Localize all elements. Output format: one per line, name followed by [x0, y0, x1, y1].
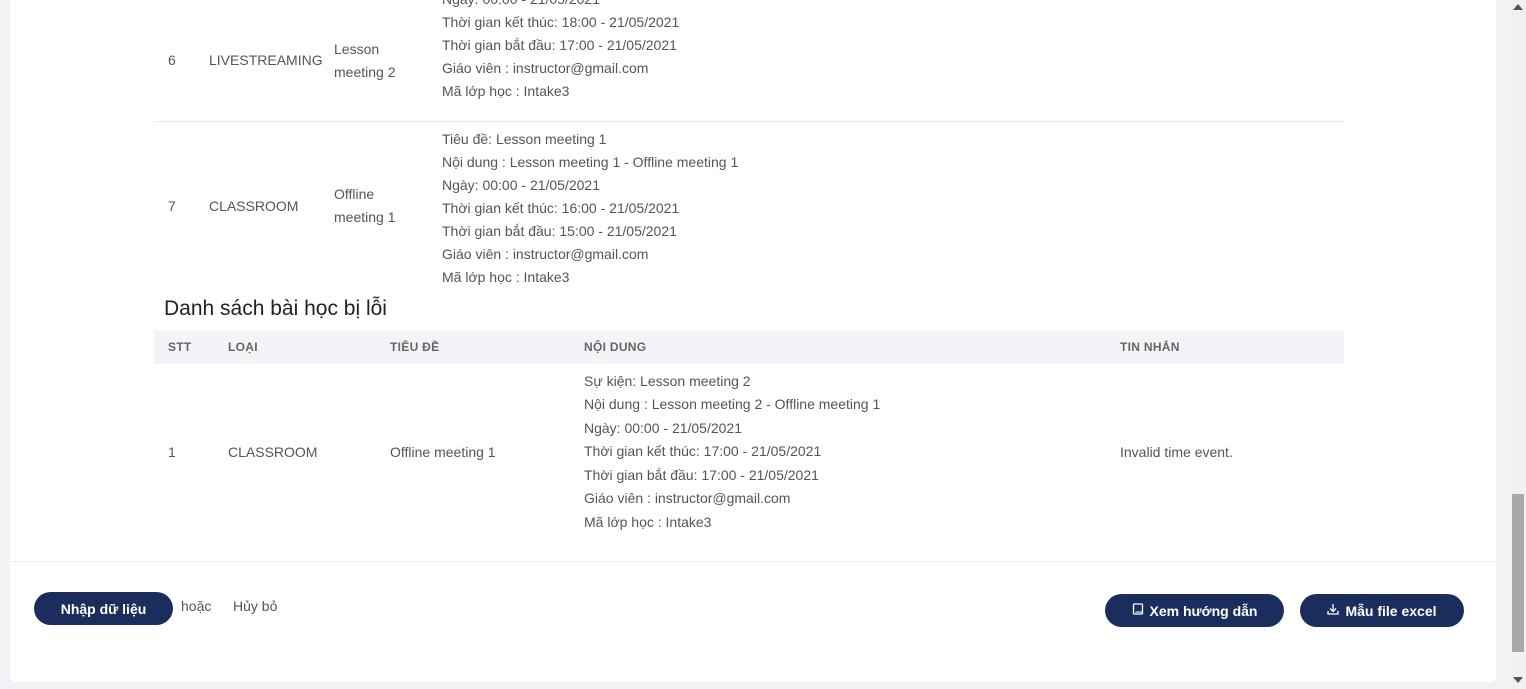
vertical-scrollbar[interactable]: [1510, 0, 1526, 689]
table-row: 6 LIVESTREAMING Lesson meeting 2 Ngày: 0…: [154, 0, 1344, 122]
book-icon: [1132, 603, 1144, 618]
table-row: 1 CLASSROOM Offline meeting 1 Sự kiện: L…: [154, 364, 1344, 540]
header-stt: STT: [168, 340, 192, 354]
row-type: LIVESTREAMING: [209, 52, 323, 68]
row-title: Offline meeting 1: [332, 122, 442, 290]
content-line: Thời gian kết thúc: 16:00 - 21/05/2021: [442, 200, 680, 216]
excel-template-label: Mẫu file excel: [1345, 602, 1437, 619]
header-type: LOẠI: [228, 340, 258, 354]
table-row: 7 CLASSROOM Offline meeting 1 Tiêu đề: L…: [154, 122, 1344, 290]
content-line: Thời gian bắt đầu: 17:00 - 21/05/2021: [442, 37, 677, 53]
scroll-up-arrow-icon[interactable]: [1513, 4, 1523, 10]
content-line: Nội dung : Lesson meeting 1 - Offline me…: [442, 154, 739, 170]
error-section-title: Danh sách bài học bị lỗi: [164, 297, 387, 320]
footer-divider: [10, 561, 1496, 562]
content-line: Giáo viên : instructor@gmail.com: [442, 246, 649, 262]
lesson-table: 6 LIVESTREAMING Lesson meeting 2 Ngày: 0…: [154, 0, 1344, 290]
content-line: Tiêu đề: Lesson meeting 1: [442, 131, 607, 147]
scrollbar-thumb[interactable]: [1512, 494, 1524, 652]
content-line: Thời gian bắt đầu: 15:00 - 21/05/2021: [442, 223, 677, 239]
import-data-button[interactable]: Nhập dữ liệu: [34, 592, 173, 625]
row-title: Lesson meeting 2: [332, 0, 442, 121]
content-line: Ngày: 00:00 - 21/05/2021: [442, 0, 1344, 11]
content-line: Thời gian kết thúc: 18:00 - 21/05/2021: [442, 14, 680, 30]
row-title-text: Offline meeting 1: [334, 186, 396, 225]
view-guide-button[interactable]: Xem hướng dẫn: [1105, 594, 1284, 627]
content-line: Ngày: 00:00 - 21/05/2021: [442, 177, 601, 193]
error-table: STT LOẠI TIÊU ĐỀ NỘI DUNG TIN NHẮN 1 CLA…: [154, 330, 1344, 540]
content-line: Nội dung : Lesson meeting 2 - Offline me…: [584, 396, 881, 413]
error-table-header: STT LOẠI TIÊU ĐỀ NỘI DUNG TIN NHẮN: [154, 330, 1344, 364]
content-line: Thời gian bắt đầu: 17:00 - 21/05/2021: [584, 466, 819, 483]
content-line: Sự kiện: Lesson meeting 2: [584, 372, 751, 389]
row-content: Tiêu đề: Lesson meeting 1 Nội dung : Les…: [442, 122, 1344, 290]
or-label: hoặc: [181, 598, 212, 614]
scroll-down-arrow-icon[interactable]: [1513, 677, 1523, 683]
row-stt: 6: [168, 52, 176, 68]
row-stt: 1: [168, 444, 176, 460]
content-line: Ngày: 00:00 - 21/05/2021: [584, 419, 743, 436]
row-content: Sự kiện: Lesson meeting 2 Nội dung : Les…: [570, 370, 1106, 535]
view-guide-label: Xem hướng dẫn: [1149, 602, 1258, 619]
row-message: Invalid time event.: [1120, 444, 1233, 460]
row-content: Ngày: 00:00 - 21/05/2021 Thời gian kết t…: [442, 0, 1344, 121]
header-content: NỘI DUNG: [584, 340, 647, 354]
header-message: TIN NHẮN: [1120, 340, 1180, 354]
row-title: Offline meeting 1: [390, 444, 496, 460]
excel-template-button[interactable]: Mẫu file excel: [1300, 594, 1464, 627]
row-stt: 7: [168, 197, 176, 214]
content-line: Mã lớp học : Intake3: [442, 83, 570, 99]
download-icon: [1327, 603, 1340, 618]
cancel-link[interactable]: Hủy bỏ: [233, 598, 277, 614]
row-type: CLASSROOM: [228, 444, 318, 460]
content-line: Mã lớp học : Intake3: [442, 269, 570, 285]
row-type: CLASSROOM: [209, 197, 299, 214]
row-title-text: Lesson meeting 2: [334, 40, 396, 80]
content-line: Mã lớp học : Intake3: [584, 513, 712, 530]
content-line: Thời gian kết thúc: 17:00 - 21/05/2021: [584, 443, 822, 460]
content-line: Giáo viên : instructor@gmail.com: [584, 490, 791, 507]
header-title: TIÊU ĐỀ: [390, 340, 440, 354]
content-line: Giáo viên : instructor@gmail.com: [442, 60, 649, 76]
